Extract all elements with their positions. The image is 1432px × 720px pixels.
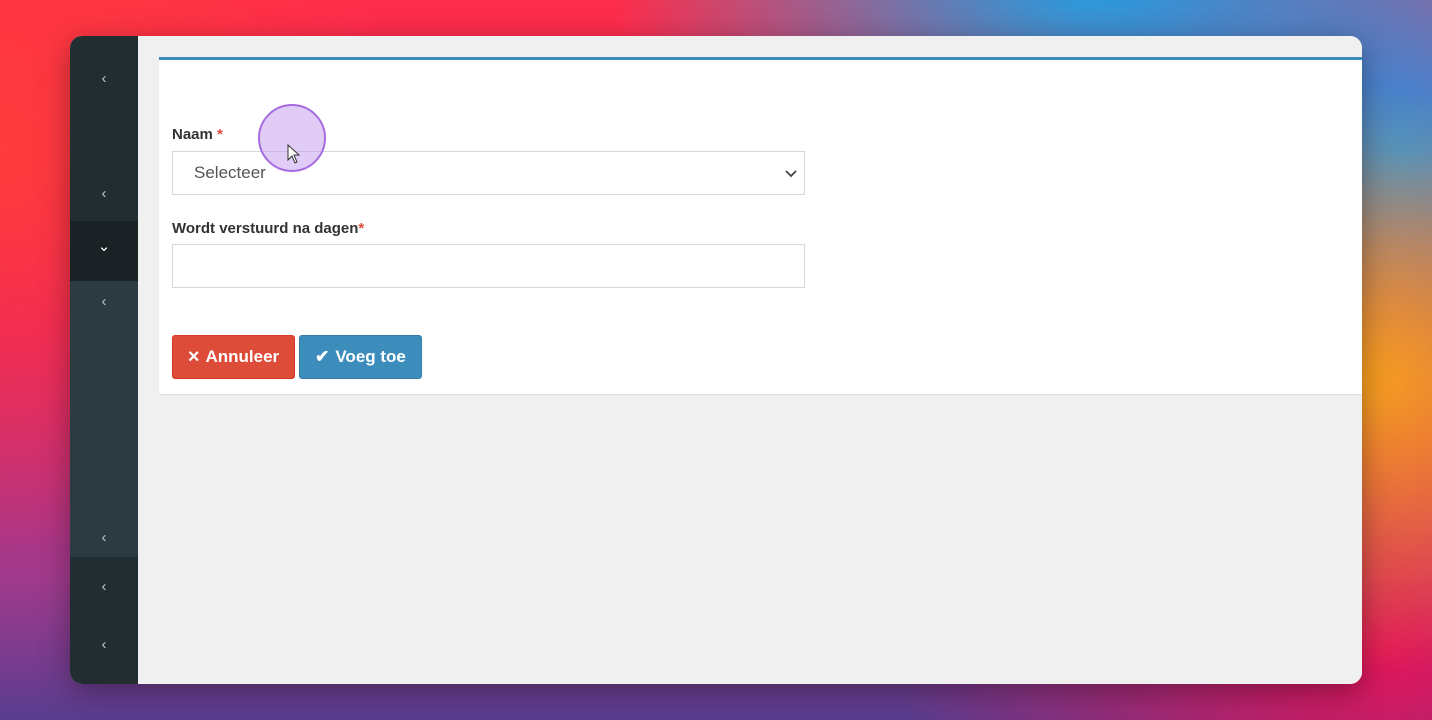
chevron-left-icon: ‹: [101, 292, 107, 310]
chevron-left-icon: ‹: [101, 577, 107, 595]
chevron-left-icon: ‹: [101, 69, 107, 87]
cancel-button-label: Annuleer: [205, 347, 280, 366]
sidebar-toggle-4[interactable]: ‹: [70, 624, 138, 664]
sidebar-submenu: [70, 281, 138, 557]
form-box: Naam * Selecteer Wordt verstuurd na dage…: [159, 57, 1362, 394]
add-button[interactable]: ✔ Voeg toe: [299, 335, 422, 379]
name-select-value: Selecteer: [194, 163, 266, 182]
sidebar-toggle-active[interactable]: ⌄: [70, 221, 138, 281]
days-input[interactable]: [172, 244, 805, 288]
chevron-down-icon: [785, 170, 797, 178]
sidebar: ‹ ‹ ⌄ ‹ ‹ ‹ ‹: [70, 36, 138, 684]
chevron-left-icon: ‹: [101, 528, 107, 546]
sidebar-subitem-1[interactable]: ‹: [70, 281, 138, 321]
sidebar-subitem-2[interactable]: ‹: [70, 517, 138, 557]
sidebar-toggle-3[interactable]: ‹: [70, 566, 138, 606]
sidebar-toggle-2[interactable]: ‹: [70, 173, 138, 213]
cancel-button[interactable]: × Annuleer: [172, 335, 295, 379]
chevron-down-icon: ⌄: [97, 238, 111, 255]
cursor-icon: [287, 144, 301, 164]
chevron-left-icon: ‹: [101, 184, 107, 202]
days-label: Wordt verstuurd na dagen*: [172, 220, 365, 237]
chevron-left-icon: ‹: [101, 635, 107, 653]
name-label: Naam *: [172, 126, 223, 143]
close-icon: ×: [187, 345, 200, 368]
check-icon: ✔: [315, 347, 330, 366]
required-mark: *: [358, 220, 365, 237]
sidebar-toggle-1[interactable]: ‹: [70, 58, 138, 98]
required-mark: *: [217, 126, 223, 143]
add-button-label: Voeg toe: [335, 347, 406, 366]
